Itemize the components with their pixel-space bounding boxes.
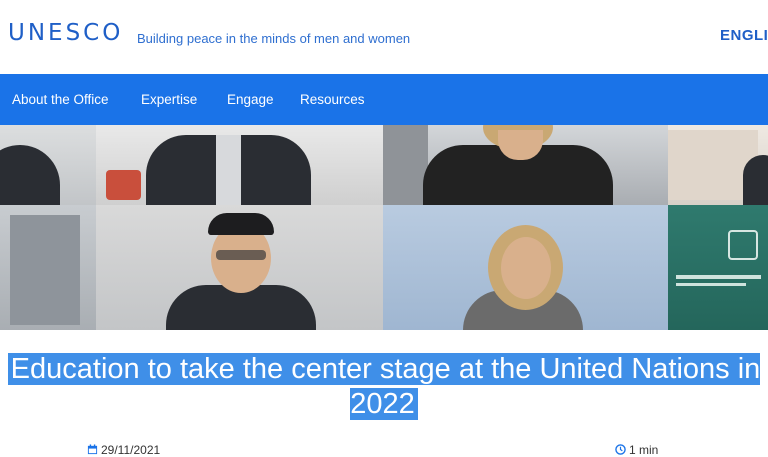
article-date: 29/11/2021: [87, 443, 160, 457]
video-tile: [0, 205, 96, 330]
date-text: 29/11/2021: [101, 443, 161, 457]
video-tile: [96, 125, 383, 205]
video-tile: [668, 205, 768, 330]
article-title-wrap: Education to take the center stage at th…: [0, 352, 768, 422]
nav-item-engage[interactable]: Engage: [227, 92, 274, 107]
video-tile: [383, 125, 668, 205]
calendar-icon: [87, 444, 98, 455]
main-nav: About the Office Expertise Engage Resour…: [0, 74, 768, 125]
read-time-text: 1 min: [629, 443, 659, 457]
video-tile: [0, 125, 96, 205]
article-read-time: 1 min: [615, 443, 658, 457]
hero-image: [0, 125, 768, 330]
video-tile: [668, 125, 768, 205]
site-tagline: Building peace in the minds of men and w…: [137, 31, 411, 46]
nav-item-about[interactable]: About the Office: [12, 92, 109, 107]
site-header: UNESCO Building peace in the minds of me…: [0, 0, 768, 74]
video-tile: [96, 205, 383, 330]
clock-icon: [615, 444, 626, 455]
unesco-logo[interactable]: UNESCO: [8, 20, 123, 46]
nav-item-resources[interactable]: Resources: [300, 92, 365, 107]
nav-item-expertise[interactable]: Expertise: [141, 92, 197, 107]
video-tile: [383, 205, 668, 330]
article-title: Education to take the center stage at th…: [7, 353, 761, 420]
language-selector[interactable]: ENGLI: [720, 27, 768, 44]
